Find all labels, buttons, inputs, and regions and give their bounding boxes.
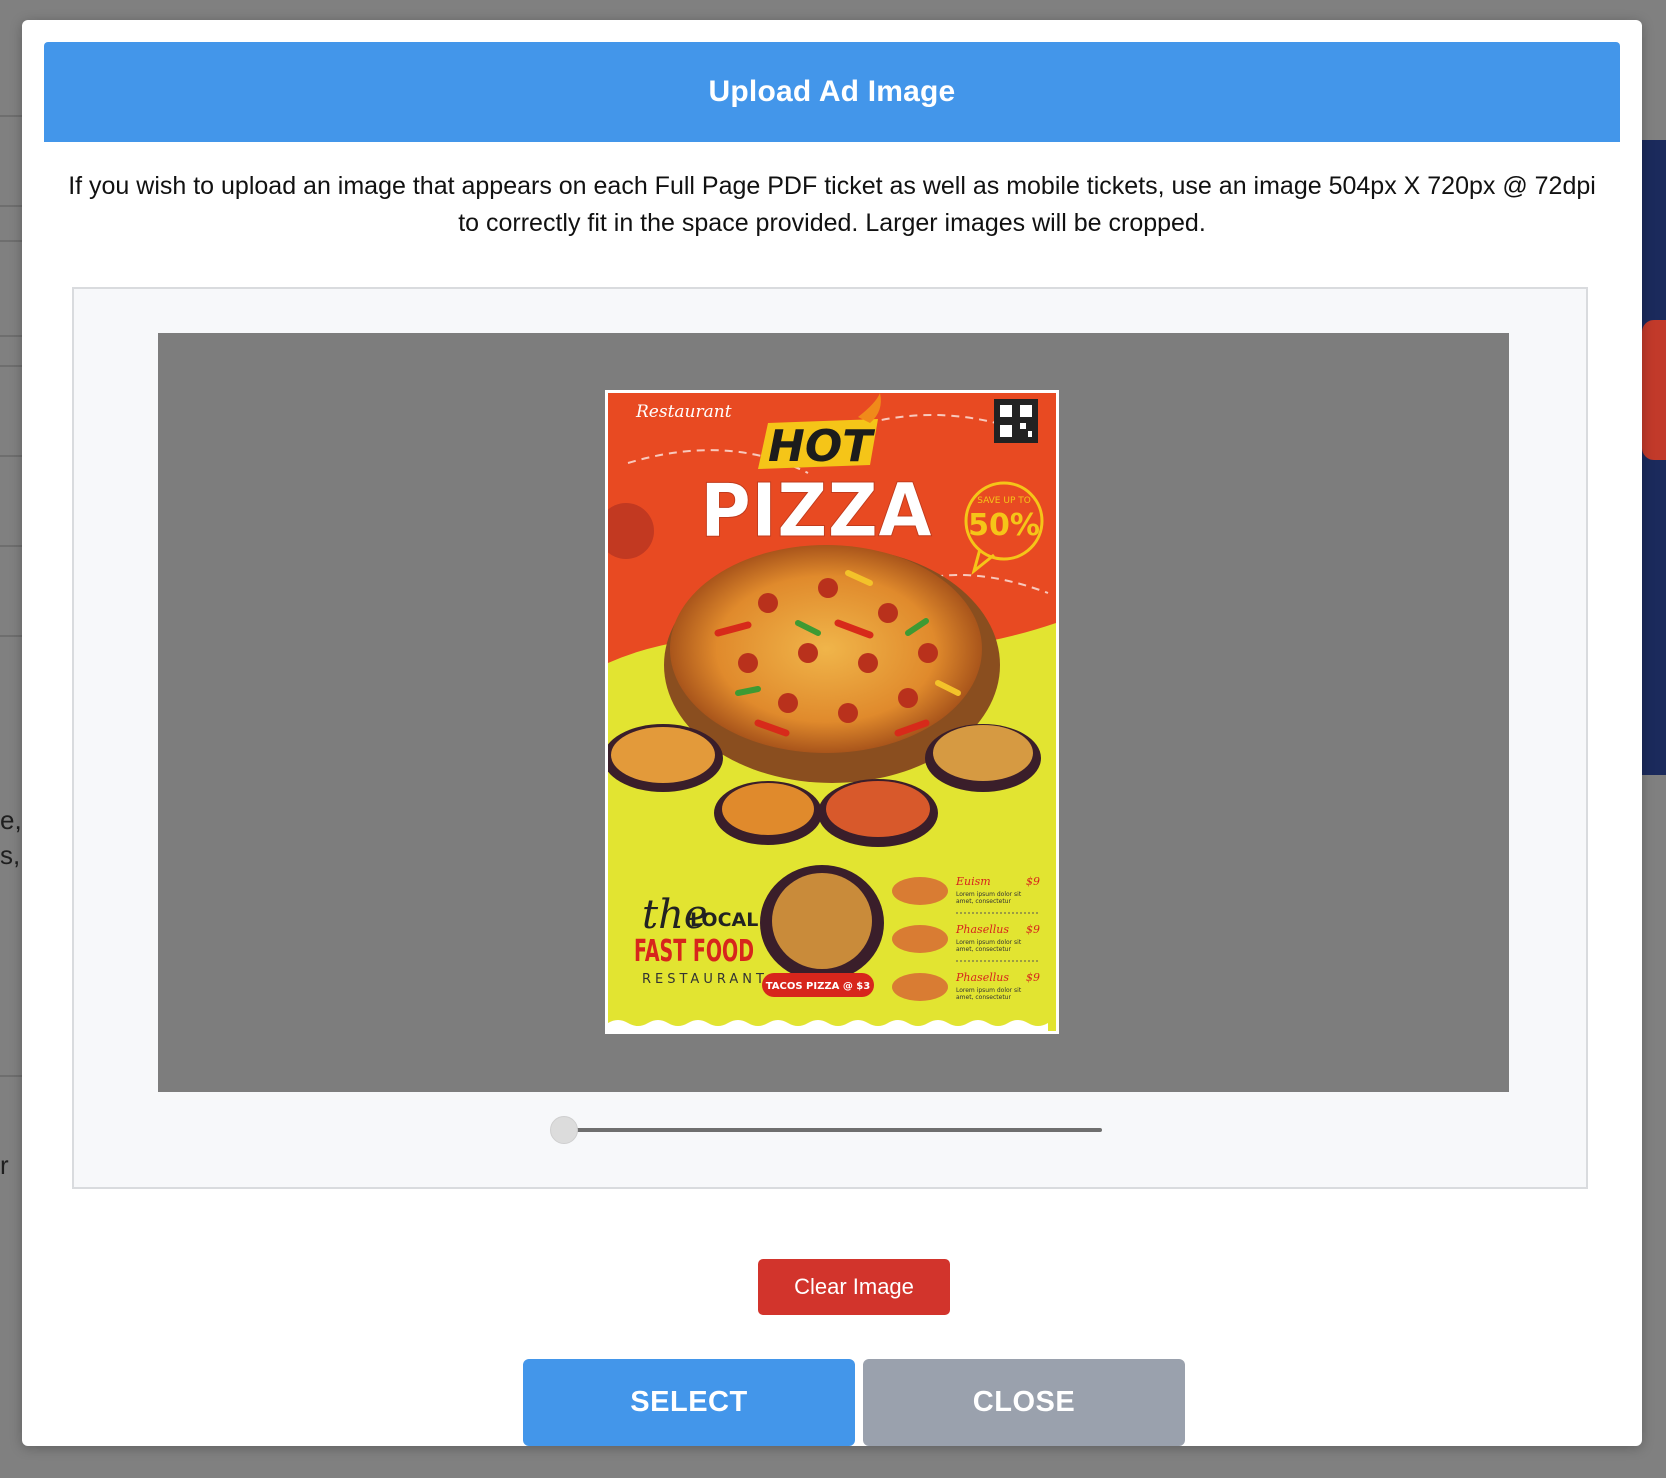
badge-small-text: SAVE UP TO — [977, 496, 1031, 506]
menu-item-price: $9 — [1026, 971, 1040, 984]
modal-description: If you wish to upload an image that appe… — [68, 172, 1596, 237]
menu-item-desc: amet, consectetur — [956, 898, 1011, 905]
menu-item-desc: amet, consectetur — [956, 946, 1011, 953]
brand-fast-food-text: FAST FOOD — [634, 934, 754, 969]
brand-restaurant-text: RESTAURANT — [642, 972, 768, 987]
flyer-script-label: Restaurant — [635, 402, 732, 422]
upload-ad-image-modal: Upload Ad Image If you wish to upload an… — [22, 20, 1642, 1446]
menu-item-price: $9 — [1026, 875, 1040, 888]
background-text: r — [0, 1150, 9, 1180]
menu-item-name: Phasellus — [955, 971, 1009, 984]
image-cropper: Restaurant HOT PIZZA SAVE UP TO 50% the … — [72, 287, 1588, 1189]
tacos-label: TACOS PIZZA @ $3 — [766, 981, 871, 992]
tacos-image — [772, 873, 872, 969]
background-text: e, — [0, 805, 22, 835]
close-button[interactable]: CLOSE — [863, 1359, 1185, 1446]
select-button[interactable]: SELECT — [523, 1359, 855, 1446]
badge-big-text: 50% — [968, 508, 1040, 543]
background-banner-image — [1642, 140, 1666, 775]
menu-item-desc: amet, consectetur — [956, 994, 1011, 1001]
modal-header: Upload Ad Image — [44, 42, 1620, 142]
flyer-hot-text: HOT — [768, 421, 875, 472]
menu-item-desc: Lorem ipsum dolor sit — [956, 939, 1022, 946]
pizza-flyer-image: Restaurant HOT PIZZA SAVE UP TO 50% the … — [608, 393, 1056, 1031]
zoom-slider-handle[interactable] — [550, 1116, 578, 1144]
clear-image-button[interactable]: Clear Image — [758, 1259, 950, 1315]
crop-canvas[interactable]: Restaurant HOT PIZZA SAVE UP TO 50% the … — [158, 333, 1509, 1092]
zoom-slider-track[interactable] — [562, 1128, 1102, 1132]
menu-item-price: $9 — [1026, 923, 1040, 936]
menu-item-name: Phasellus — [955, 923, 1009, 936]
brand-local-text: LOCAL — [690, 909, 758, 931]
menu-item-name: Euism — [955, 875, 991, 888]
flyer-pizza-text: PIZZA — [700, 468, 932, 554]
menu-item-desc: Lorem ipsum dolor sit — [956, 891, 1022, 898]
modal-title: Upload Ad Image — [708, 75, 956, 108]
menu-item-desc: Lorem ipsum dolor sit — [956, 987, 1022, 994]
ad-image-preview[interactable]: Restaurant HOT PIZZA SAVE UP TO 50% the … — [605, 390, 1059, 1034]
